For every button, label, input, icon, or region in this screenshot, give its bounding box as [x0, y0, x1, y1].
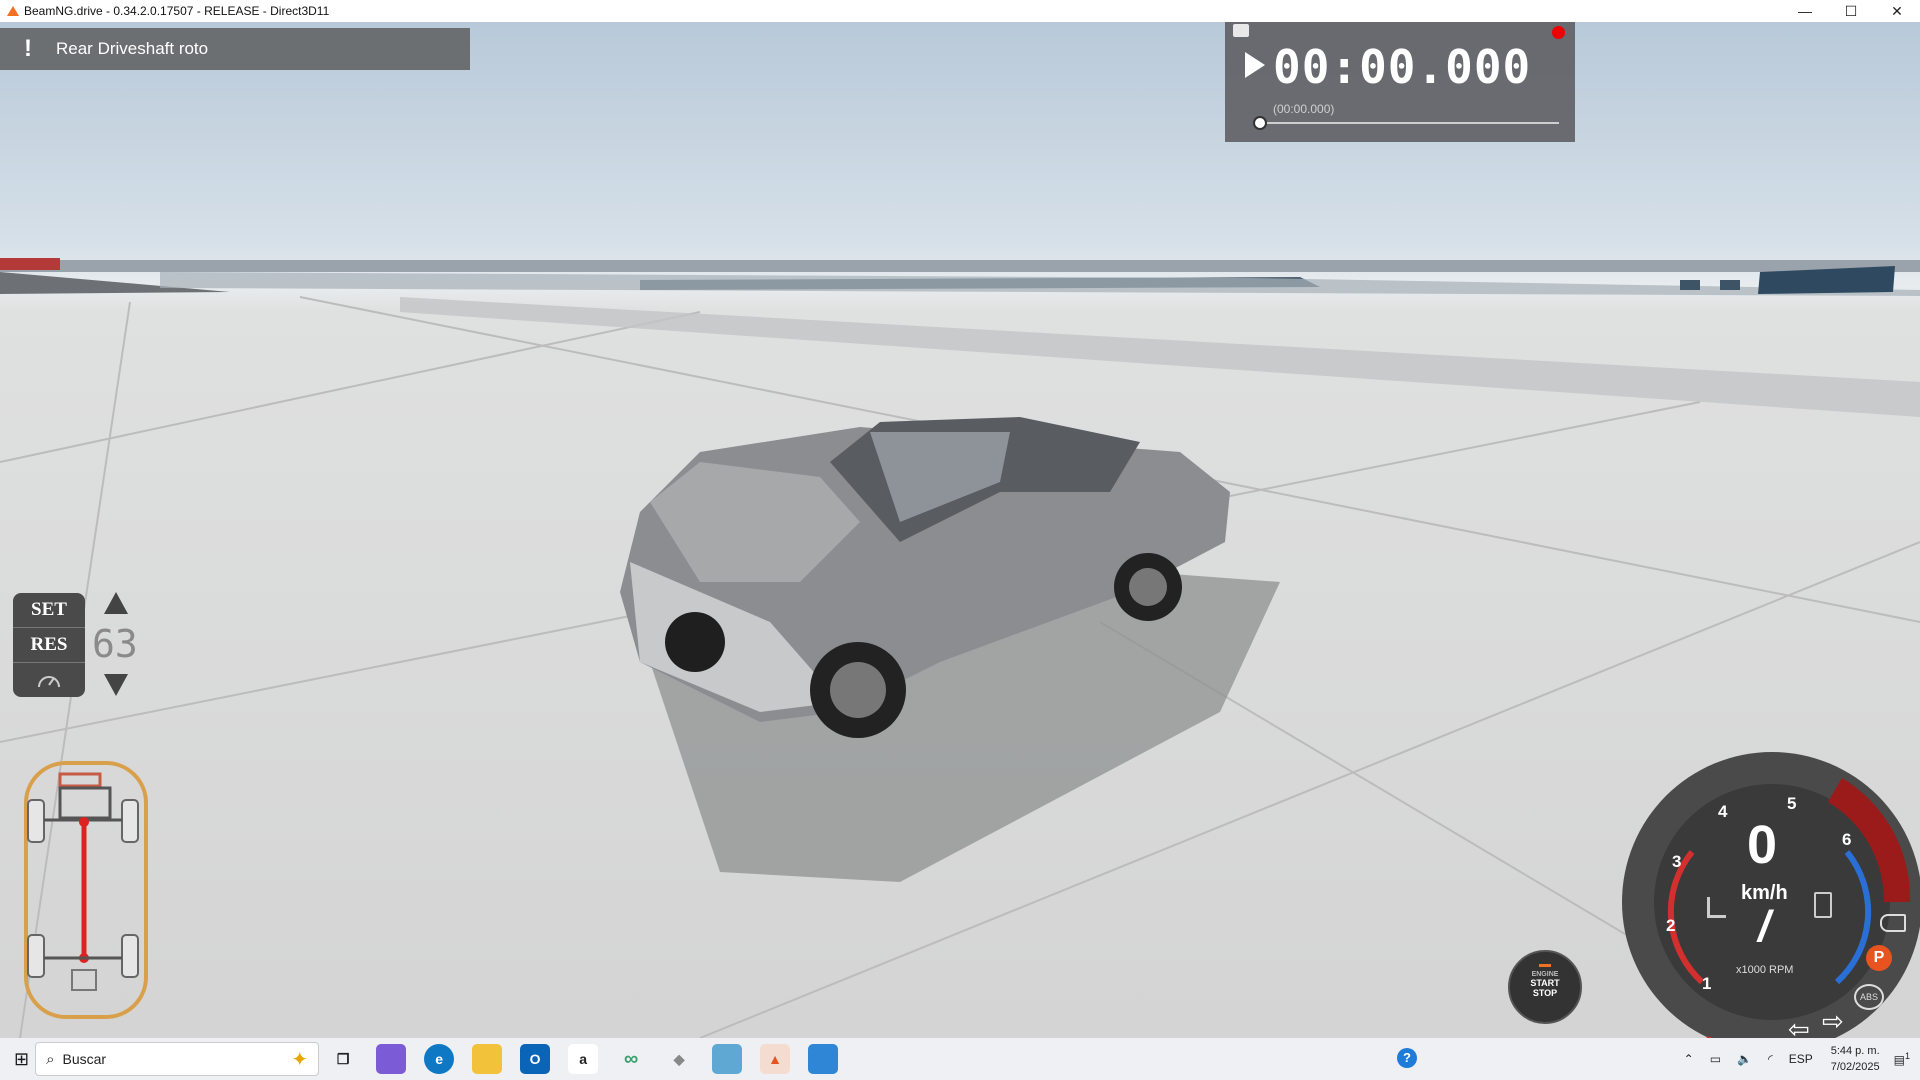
window-title-bar: BeamNG.drive - 0.34.2.0.17507 - RELEASE …: [0, 0, 1920, 22]
cruise-speed-display: 63: [92, 622, 138, 666]
replay-total-time: (00:00.000): [1273, 102, 1335, 116]
coolant-temp-icon: [1707, 897, 1726, 918]
outlook-icon[interactable]: O: [520, 1044, 551, 1074]
beamng-app-icon: [7, 6, 19, 16]
search-icon: ⌕: [46, 1050, 55, 1068]
language-indicator[interactable]: ESP: [1789, 1052, 1813, 1066]
cruise-speed-up-arrow[interactable]: [104, 592, 128, 614]
volume-icon[interactable]: 🔈: [1737, 1052, 1752, 1066]
gauge-tick-1: 1: [1702, 974, 1712, 993]
clock-date: 7/02/2025: [1830, 1061, 1880, 1073]
gauge-tick-6: 6: [1842, 830, 1852, 849]
turn-signal-left-icon: ⇦: [1788, 1014, 1810, 1038]
replay-timeline-handle[interactable]: [1253, 116, 1267, 130]
speed-value: 0: [1747, 815, 1778, 875]
search-placeholder: Buscar: [62, 1051, 107, 1067]
minimize-button[interactable]: —: [1782, 0, 1828, 22]
file-explorer-icon[interactable]: [472, 1044, 503, 1074]
gear-indicator: /: [1758, 902, 1771, 951]
cruise-control-panel: SET RES: [13, 593, 85, 697]
turn-signal-right-icon: ⇨: [1822, 1006, 1844, 1036]
damage-notification: ! Rear Driveshaft roto: [0, 28, 470, 70]
cruise-toggle-button[interactable]: [13, 663, 85, 697]
window-title: BeamNG.drive - 0.34.2.0.17507 - RELEASE …: [24, 4, 330, 18]
abs-icon: ABS: [1854, 984, 1884, 1010]
maximize-button[interactable]: ☐: [1828, 0, 1874, 22]
engine-indicator: [1539, 964, 1551, 967]
gauge-cluster: 1 2 3 4 5 6 0 km/h / x1000 RPM P ABS ⇦ ⇨: [1622, 752, 1920, 1038]
task-view-icon[interactable]: ❐: [328, 1044, 358, 1074]
rpm-unit: x1000 RPM: [1736, 964, 1794, 976]
beamng-taskbar-icon[interactable]: ▲: [760, 1044, 791, 1074]
windows-taskbar: ⊞ ⌕ Buscar ✦ ❐ e O a ∞ ◆ ▲ ? ⌃ ▭ 🔈 ◜ ESP…: [0, 1038, 1920, 1080]
taskbar-clock[interactable]: 5:44 p. m. 7/02/2025: [1831, 1043, 1880, 1075]
cruise-set-button[interactable]: SET: [13, 593, 85, 628]
engine-label-2: START: [1530, 978, 1560, 988]
copilot-icon[interactable]: [376, 1044, 407, 1074]
notification-count: 1: [1904, 1051, 1910, 1061]
amazon-icon[interactable]: a: [568, 1044, 599, 1074]
cruise-res-button[interactable]: RES: [13, 628, 85, 663]
system-tray: ⌃ ▭ 🔈 ◜ ESP 5:44 p. m. 7/02/2025 ▤1: [1676, 1038, 1920, 1080]
battery-icon[interactable]: ▭: [1710, 1052, 1721, 1066]
headlight-icon: [1880, 914, 1906, 932]
blue-app-icon[interactable]: [712, 1044, 743, 1074]
gauge-tick-3: 3: [1672, 852, 1682, 871]
windows-start-icon[interactable]: ⊞: [14, 1049, 29, 1070]
game-viewport[interactable]: ! Rear Driveshaft roto 00:00.000 (00:00.…: [0, 22, 1920, 1038]
folder-icon[interactable]: [1233, 24, 1249, 37]
play-button[interactable]: [1245, 52, 1265, 78]
engine-start-stop-button[interactable]: ENGINE START STOP: [1508, 950, 1582, 1024]
drivetrain-diagram: [24, 761, 148, 1019]
notification-text: Rear Driveshaft roto: [56, 39, 209, 58]
help-icon[interactable]: ?: [1397, 1048, 1417, 1068]
parking-brake-icon: P: [1866, 945, 1892, 971]
record-button[interactable]: [1552, 26, 1565, 39]
engine-label-3: STOP: [1532, 988, 1558, 998]
replay-time: 00:00.000: [1273, 40, 1532, 94]
gauge-tick-4: 4: [1718, 802, 1728, 821]
fuel-icon: [1814, 892, 1832, 918]
notifications-icon[interactable]: ▤1: [1894, 1051, 1910, 1067]
close-button[interactable]: ✕: [1874, 0, 1920, 22]
clock-time: 5:44 p. m.: [1830, 1045, 1880, 1057]
infinity-app-icon[interactable]: ∞: [616, 1044, 646, 1074]
warning-icon: !: [24, 35, 32, 62]
copilot-sparkle-icon: ✦: [291, 1048, 309, 1071]
replay-panel: 00:00.000 (00:00.000): [1225, 22, 1575, 142]
engine-label-1: ENGINE: [1531, 971, 1559, 978]
replay-timeline[interactable]: [1259, 122, 1559, 124]
wifi-icon[interactable]: ◜: [1768, 1052, 1773, 1066]
cruise-speed-down-arrow[interactable]: [104, 674, 128, 696]
gauge-tick-5: 5: [1787, 794, 1797, 813]
show-hidden-icons-chevron-icon[interactable]: ⌃: [1684, 1052, 1694, 1066]
dropbox-icon[interactable]: ◆: [664, 1044, 694, 1074]
speedometer-icon: [38, 676, 60, 688]
photo-app-icon[interactable]: [808, 1044, 839, 1074]
edge-browser-icon[interactable]: e: [424, 1044, 455, 1074]
gauge-tick-2: 2: [1666, 916, 1676, 935]
taskbar-search-box[interactable]: ⌕ Buscar ✦: [35, 1042, 320, 1076]
